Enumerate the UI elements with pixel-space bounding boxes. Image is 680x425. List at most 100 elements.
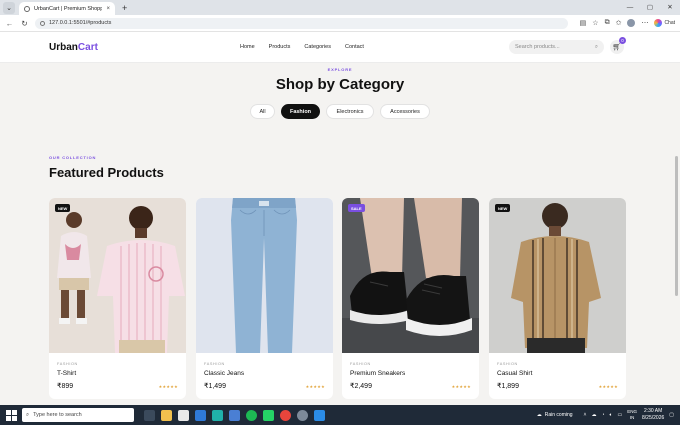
featured-title: Featured Products [49,165,164,180]
more-menu-icon[interactable]: ⋯ [641,19,648,27]
product-image-shirt[interactable]: NEW [489,198,626,353]
category-title: Shop by Category [275,76,405,93]
network-icon[interactable]: ◔ [601,412,604,418]
profile-avatar[interactable] [627,19,636,27]
clock-date: 8/25/2026 [642,415,665,421]
start-button[interactable] [4,408,18,422]
chip-fashion[interactable]: Fashion [281,104,320,119]
copilot-icon [654,19,663,27]
whatsapp-icon[interactable] [263,409,274,421]
product-card-tshirt[interactable]: NEW FASHION T-Shirt ₹899 ★★★★★ [49,198,186,399]
chevron-up-icon[interactable]: ˄ [584,412,587,418]
vscode-icon[interactable] [314,409,325,421]
reader-mode-icon[interactable]: ▤ [580,19,587,27]
taskbar-clock[interactable]: 2:30 AM 8/25/2026 [642,408,664,422]
chip-all[interactable]: All [250,104,275,119]
product-rating-stars: ★★★★★ [305,384,325,389]
product-name[interactable]: Classic Jeans [204,370,244,377]
clock-time: 2:30 AM [643,408,663,414]
windows-logo-icon [5,415,11,421]
favorites-icon[interactable]: ✩ [616,19,622,27]
cart-icon: 🛒︎ [612,44,622,51]
product-category: FASHION [350,362,371,366]
photos-icon[interactable] [229,409,240,421]
search-placeholder: Search products... [515,44,560,50]
product-category: FASHION [57,362,78,366]
taskbar-search-box[interactable]: ⌕ Type here to search [22,408,134,422]
tab-actions-icon[interactable]: ⌄ [3,2,15,14]
product-price: ₹1,499 [204,383,226,390]
notifications-icon[interactable]: ▢ [669,412,674,418]
lang-bottom: IN [629,415,635,420]
copilot-chat-button[interactable]: Chat [654,19,675,27]
tab-title: UrbanCart | Premium Shopping [34,5,103,12]
product-category: FASHION [204,362,225,366]
product-price: ₹899 [57,383,74,390]
site-header: UrbanCart Home Products Categories Conta… [0,32,680,63]
product-name[interactable]: Casual Shirt [497,370,532,377]
system-tray: ☁ Rain coming ˄ ☁ ◔ 🔈︎ ▭ ENG IN 2:30 AM 8/2… [537,405,680,425]
new-tab-button[interactable]: + [122,4,127,13]
chat-label: Chat [664,20,675,26]
taskbar-search-placeholder: Type here to search [33,412,82,418]
product-image-jeans[interactable] [196,198,333,353]
browser-tab-strip: ⌄ UrbanCart | Premium Shopping × + — ▢ ✕ [0,0,680,15]
category-eyebrow: EXPLORE [327,67,353,72]
browser-toolbar: ← ↻ 127.0.0.1:5501/#products ▤ ☆ ⧉ ✩ ⋯ C… [0,15,680,32]
favorite-star-icon[interactable]: ☆ [592,19,598,27]
weather-widget[interactable]: ☁ Rain coming [537,412,573,418]
task-view-icon[interactable] [144,409,155,421]
category-filter-chips: All Fashion Electronics Accessories [250,104,430,119]
battery-icon[interactable]: ▭ [618,412,623,418]
logo-accent: Cart [77,42,98,53]
close-window-button[interactable]: ✕ [660,0,680,14]
calculator-icon[interactable] [178,409,189,421]
site-info-icon[interactable] [40,20,45,26]
nav-contact[interactable]: Contact [345,44,364,50]
nav-categories[interactable]: Categories [304,44,331,50]
browser-tab[interactable]: UrbanCart | Premium Shopping × [19,2,115,15]
reload-icon[interactable]: ↻ [20,19,29,28]
settings-gear-icon[interactable] [297,409,308,421]
chip-electronics[interactable]: Electronics [326,104,374,119]
chrome-icon[interactable] [280,409,291,421]
product-name[interactable]: T-Shirt [57,370,76,377]
collections-icon[interactable]: ⧉ [605,19,610,27]
taskbar-apps [144,409,325,421]
chip-accessories[interactable]: Accessories [380,104,430,119]
address-bar[interactable]: 127.0.0.1:5501/#products [35,17,568,29]
language-indicator[interactable]: ENG IN [627,409,637,421]
product-rating-stars: ★★★★★ [158,384,178,389]
edge-icon[interactable] [212,409,223,421]
nav-products[interactable]: Products [269,44,291,50]
store-icon[interactable] [195,409,206,421]
product-card-sneakers[interactable]: SALE FASHION Premium Sneakers ₹2,499 ★★★… [342,198,479,399]
tab-close-icon[interactable]: × [106,6,110,12]
cloud-icon[interactable]: ☁ [591,412,596,418]
windows-logo-icon [11,415,17,421]
product-name[interactable]: Premium Sneakers [350,370,405,377]
weather-text: Rain coming [544,412,573,418]
search-input[interactable]: Search products... ⌕ [509,40,604,54]
cart-count-badge: 0 [619,37,626,44]
window-controls: — ▢ ✕ [620,0,680,14]
minimize-button[interactable]: — [620,0,640,14]
back-icon[interactable]: ← [5,19,14,28]
product-badge: SALE [348,204,365,212]
spotify-icon[interactable] [246,409,257,421]
search-icon[interactable]: ⌕ [595,44,598,51]
nav-home[interactable]: Home [240,44,255,50]
volume-icon[interactable]: 🔈︎ [610,412,613,418]
search-icon: ⌕ [26,411,30,418]
site-logo[interactable]: UrbanCart [49,42,98,53]
maximize-button[interactable]: ▢ [640,0,660,14]
product-rating-stars: ★★★★★ [598,384,618,389]
product-badge: NEW [495,204,511,212]
scrollbar-thumb[interactable] [675,156,678,296]
file-explorer-icon[interactable] [161,409,172,421]
product-category: FASHION [497,362,518,366]
product-card-shirt[interactable]: NEW FASHION Casual Shirt ₹1,899 ★★★★★ [489,198,626,399]
product-image-sneakers[interactable]: SALE [342,198,479,353]
product-image-tshirt[interactable]: NEW [49,198,186,353]
product-card-jeans[interactable]: FASHION Classic Jeans ₹1,499 ★★★★★ [196,198,333,399]
